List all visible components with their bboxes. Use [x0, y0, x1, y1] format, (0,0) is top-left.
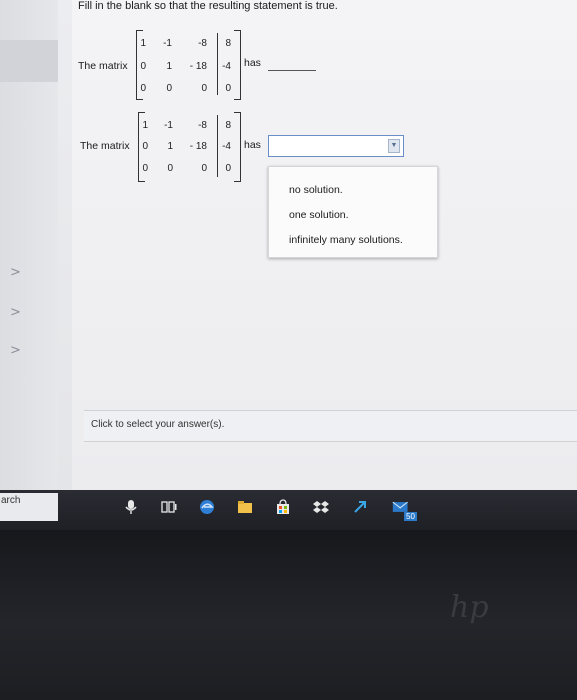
matrix-cell: 0 — [142, 141, 148, 152]
dropdown-menu: no solution. one solution. infinitely ma… — [268, 166, 438, 258]
matrix-cell: 0 — [140, 83, 146, 94]
matrix-cell: 1 — [142, 120, 148, 131]
file-explorer-icon[interactable] — [236, 498, 254, 516]
statement-suffix: has — [244, 139, 261, 151]
dropbox-icon[interactable] — [312, 498, 330, 516]
matrix-cell: -1 — [163, 38, 172, 49]
statement-prefix: The matrix — [78, 60, 128, 72]
sidebar-highlight — [0, 40, 58, 82]
answer-blank — [268, 70, 316, 71]
answer-dropdown[interactable]: ▼ — [268, 135, 404, 157]
matrix-cell: - 18 — [189, 141, 207, 152]
matrix-cell: 0 — [142, 163, 148, 174]
task-view-icon[interactable] — [160, 498, 178, 516]
matrix-cell: -8 — [198, 38, 207, 49]
statement-suffix: has — [244, 57, 261, 69]
matrix-cell: 0 — [201, 83, 207, 94]
statement-prefix: The matrix — [80, 140, 130, 152]
matrix-cell: 8 — [225, 38, 231, 49]
app-arrow-icon[interactable] — [352, 498, 370, 516]
matrix-cell: 0 — [140, 61, 146, 72]
matrix-right-bracket — [234, 112, 241, 182]
matrix-cell: 1 — [166, 61, 172, 72]
matrix-cell: 8 — [225, 120, 231, 131]
matrix-right-bracket — [234, 30, 241, 100]
dropdown-option-infinitely-many[interactable]: infinitely many solutions. — [289, 234, 403, 246]
edge-browser-icon[interactable] — [198, 498, 216, 516]
laptop-bezel: hp — [0, 530, 577, 700]
matrix-cell: -8 — [198, 120, 207, 131]
matrix-cell: 0 — [225, 163, 231, 174]
dropdown-arrow-icon[interactable]: ▼ — [388, 139, 400, 153]
chevron-right-icon[interactable]: > — [10, 344, 21, 357]
chevron-right-icon[interactable]: > — [10, 306, 21, 319]
hint-text: Click to select your answer(s). — [91, 419, 225, 430]
matrix-cell: 0 — [167, 163, 173, 174]
search-box-text: arch — [1, 495, 21, 506]
microphone-icon[interactable] — [122, 498, 140, 516]
matrix-cell: 0 — [225, 83, 231, 94]
answer-hint-bar: Click to select your answer(s). — [84, 410, 577, 442]
mail-badge: 50 — [404, 512, 417, 521]
dropdown-option-one-solution[interactable]: one solution. — [289, 209, 349, 221]
dropdown-option-no-solution[interactable]: no solution. — [289, 184, 343, 196]
statement-1: The matrix 1 -1 -8 8 0 1 - 18 -4 0 0 0 0… — [72, 30, 452, 100]
question-prompt: Fill in the blank so that the resulting … — [78, 0, 338, 12]
matrix-cell: 0 — [201, 163, 207, 174]
left-sidebar: > > > — [0, 0, 58, 490]
matrix-cell: -4 — [222, 141, 231, 152]
matrix-cell: -1 — [164, 120, 173, 131]
windows-taskbar: arch 50 — [0, 490, 577, 530]
matrix-cell: -4 — [222, 61, 231, 72]
hp-logo: hp — [450, 590, 489, 625]
taskbar-search-box[interactable]: arch — [0, 493, 58, 521]
matrix-cell: 1 — [167, 141, 173, 152]
matrix-cell: 1 — [140, 38, 146, 49]
store-icon[interactable] — [274, 498, 292, 516]
question-panel: Fill in the blank so that the resulting … — [72, 0, 577, 490]
matrix-cell: 0 — [166, 83, 172, 94]
matrix-cell: - 18 — [189, 61, 207, 72]
browser-viewport: > > > Fill in the blank so that the resu… — [0, 0, 577, 490]
chevron-right-icon[interactable]: > — [10, 266, 21, 279]
